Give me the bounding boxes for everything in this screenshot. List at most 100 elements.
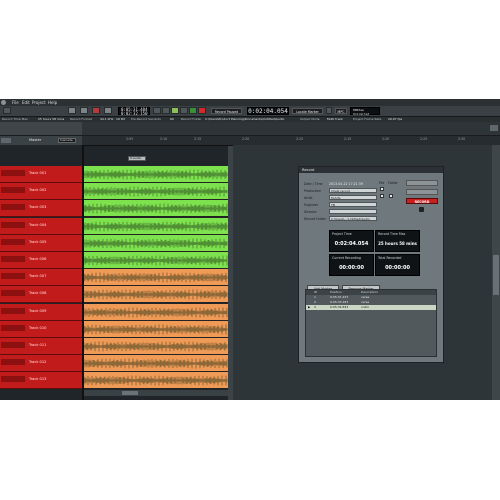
track-controls-icon[interactable] (1, 376, 25, 382)
record-panel-title: Record (299, 167, 443, 173)
audio-clip[interactable] (83, 355, 228, 372)
waveform (83, 186, 228, 197)
disabled-button[interactable] (406, 189, 438, 195)
audio-clip[interactable] (83, 252, 228, 269)
mpc-button[interactable]: MPC (335, 108, 347, 114)
track-controls-icon[interactable] (1, 290, 25, 296)
forward-icon[interactable] (162, 107, 170, 114)
track-header[interactable]: Track 007 (0, 269, 82, 286)
track-controls-icon[interactable] (1, 187, 25, 193)
track-controls-icon[interactable] (1, 308, 25, 314)
production-field[interactable]: Chelk record (329, 188, 377, 193)
stop-icon[interactable] (180, 107, 188, 114)
track-header[interactable]: Track 001 (0, 166, 82, 183)
project-time-value: 0:02:04.054 (334, 241, 369, 247)
clip-tag[interactable]: 0-audio (128, 156, 146, 161)
audio-clip[interactable] (83, 304, 228, 321)
track-header[interactable]: Track 010 (0, 321, 82, 338)
track-controls-icon[interactable] (1, 359, 25, 365)
audio-clip[interactable] (83, 166, 228, 183)
record-folder-field[interactable]: C:\Users\...\Untitled\Audio (329, 216, 377, 221)
locate-marker-button[interactable]: Locate Marker (292, 108, 323, 114)
current-recording-box: Current Recording 00:00:00 (329, 254, 374, 276)
lock-icon[interactable] (419, 207, 424, 212)
track-header[interactable]: Track 011 (0, 338, 82, 355)
record-paused-button[interactable]: Record Paused (211, 108, 242, 114)
play-icon[interactable] (189, 107, 197, 114)
track-header[interactable]: Track 003 (0, 200, 82, 217)
settings-icon[interactable] (3, 107, 11, 114)
file-checkbox[interactable] (380, 194, 384, 198)
file-checkbox[interactable] (380, 187, 384, 191)
menu-file[interactable]: File (12, 100, 19, 105)
artist-label: Artist (304, 196, 313, 200)
waveform (83, 289, 228, 300)
audio-clip[interactable] (83, 372, 228, 389)
audio-clip[interactable] (83, 183, 228, 200)
waveform (83, 341, 228, 352)
menu-edit[interactable]: Edit (22, 100, 30, 105)
track-header[interactable]: Track 004 (0, 218, 82, 235)
marker-row-selected[interactable]: ▶ 3 0:05:34.833 outro (306, 305, 436, 310)
folder-label: Folder (388, 181, 398, 185)
total-recorded-box: Total Recorded 00:00:00 (375, 254, 420, 276)
record-button[interactable]: RECORD (406, 198, 438, 204)
artist-field[interactable]: M.Arts (329, 195, 377, 200)
chevron-down-icon[interactable] (326, 107, 332, 114)
expand-icon[interactable] (1, 138, 11, 143)
menu-help[interactable]: Help (48, 100, 57, 105)
loop-icon[interactable] (171, 107, 179, 114)
track-controls-icon[interactable] (1, 256, 25, 262)
horizontal-scrollbar[interactable] (84, 390, 228, 396)
master-track-header: Master Cascade (0, 136, 82, 145)
track-name: Track 004 (29, 223, 47, 227)
track-header[interactable]: Track 006 (0, 252, 82, 269)
track-controls-icon[interactable] (1, 204, 25, 210)
audio-clip[interactable] (83, 269, 228, 286)
track-header[interactable]: Track 008 (0, 286, 82, 303)
record-time-max-box: Record Time Max 25 hours 58 mins (375, 230, 420, 252)
director-field[interactable] (329, 209, 377, 214)
zoom-icon[interactable] (490, 125, 498, 131)
track-header[interactable]: Track 013 (0, 372, 82, 389)
waveform (83, 324, 228, 335)
master-mode-select[interactable]: Cascade (58, 138, 76, 143)
record-arm-icon[interactable] (92, 107, 100, 114)
tool-strip (0, 122, 500, 136)
track-controls-icon[interactable] (1, 222, 25, 228)
track-controls-icon[interactable] (1, 273, 25, 279)
track-header[interactable]: Track 005 (0, 235, 82, 252)
rewind-icon[interactable] (153, 107, 161, 114)
horizontal-scroll-thumb[interactable] (122, 391, 138, 395)
metronome-icon[interactable] (104, 107, 112, 114)
track-name: Track 005 (29, 240, 47, 244)
track-header[interactable]: Track 012 (0, 355, 82, 372)
track-controls-icon[interactable] (1, 325, 25, 331)
track-controls-icon[interactable] (1, 342, 25, 348)
track-controls-icon[interactable] (1, 239, 25, 245)
folder-checkbox[interactable] (389, 194, 393, 198)
audio-clip[interactable] (83, 321, 228, 338)
track-header[interactable]: Track 002 (0, 183, 82, 200)
ruler-label: 2:05 (126, 137, 134, 141)
track-name: Track 012 (29, 360, 47, 364)
vertical-scrollbar[interactable] (492, 145, 500, 400)
menu-project[interactable]: Project (32, 100, 46, 105)
track-name: Track 006 (29, 257, 47, 261)
track-name: Track 009 (29, 309, 47, 313)
audio-clip[interactable] (83, 286, 228, 303)
scroll-thumb[interactable] (493, 255, 499, 295)
record-icon[interactable] (198, 107, 206, 114)
audio-clip[interactable] (83, 338, 228, 355)
audio-clip[interactable] (83, 200, 228, 217)
engineer-field[interactable]: TB (329, 202, 377, 207)
track-controls-icon[interactable] (1, 170, 25, 176)
ruler-label: 2:10 (160, 137, 168, 141)
audio-clip[interactable] (83, 218, 228, 235)
track-header[interactable]: Track 009 (0, 304, 82, 321)
disabled-button[interactable] (406, 180, 438, 186)
ruler-label: 2:25 (420, 137, 428, 141)
total-recorded-value: 00:00:00 (385, 265, 410, 271)
current-recording-label: Current Recording (332, 256, 361, 260)
audio-clip[interactable] (83, 235, 228, 252)
